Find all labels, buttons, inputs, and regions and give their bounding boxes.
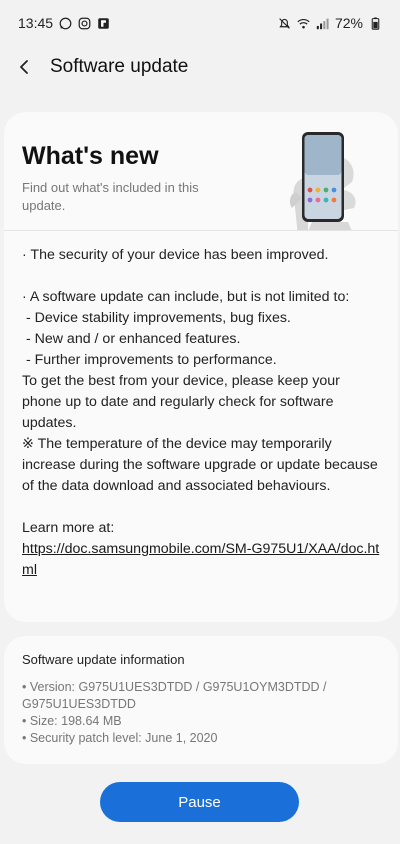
update-info-title: Software update information [22, 652, 185, 667]
status-left: 13:45 [18, 15, 110, 31]
wifi-icon [297, 17, 310, 30]
note-line: ※ The temperature of the device may temp… [22, 436, 378, 494]
mute-icon [278, 17, 291, 30]
phone-in-hand-illustration [289, 132, 356, 236]
instagram-icon [78, 17, 91, 30]
security-patch-level: • Security patch level: June 1, 2020 [22, 731, 218, 745]
whats-new-subtitle: Find out what's included in this update. [22, 180, 199, 213]
back-button[interactable] [16, 53, 44, 81]
status-right: 72% [278, 15, 382, 31]
note-line: - Device stability improvements, bug fix… [22, 310, 291, 326]
note-line: - Further improvements to performance. [22, 352, 277, 368]
learn-more-label: Learn more at: [22, 520, 115, 536]
note-line: · The security of your device has been i… [22, 247, 329, 263]
whats-new-card: What's new Find out what's included in t… [4, 112, 398, 236]
update-info-card: Software update information • Version: G… [4, 636, 398, 764]
battery-icon [369, 16, 382, 30]
learn-more-link[interactable]: https://doc.samsungmobile.com/SM-G975U1/… [22, 541, 379, 578]
page-title: Software update [50, 56, 189, 77]
update-size: • Size: 198.64 MB [22, 714, 122, 728]
signal-icon [316, 17, 329, 30]
battery-percent: 72% [334, 15, 363, 31]
whatsapp-icon [59, 17, 72, 30]
flipboard-icon [97, 17, 110, 30]
update-version: • Version: G975U1UES3DTDD / G975U1OYM3DT… [22, 680, 327, 711]
app-header: Software update [0, 46, 400, 88]
release-notes-card: · The security of your device has been i… [4, 230, 398, 622]
chevron-left-icon [20, 60, 28, 74]
whats-new-text: What's new Find out what's included in t… [22, 142, 242, 215]
note-line: - New and / or enhanced features. [22, 331, 241, 347]
release-notes-text: · The security of your device has been i… [22, 245, 380, 581]
note-line: · A software update can include, but is … [22, 289, 350, 305]
note-spacer [22, 266, 380, 287]
status-time: 13:45 [18, 15, 54, 31]
status-bar: 13:45 72% [0, 0, 400, 46]
pause-button[interactable]: Pause [100, 782, 299, 822]
note-line: To get the best from your device, please… [22, 373, 340, 431]
whats-new-title: What's new [22, 142, 159, 170]
note-spacer [22, 497, 380, 518]
